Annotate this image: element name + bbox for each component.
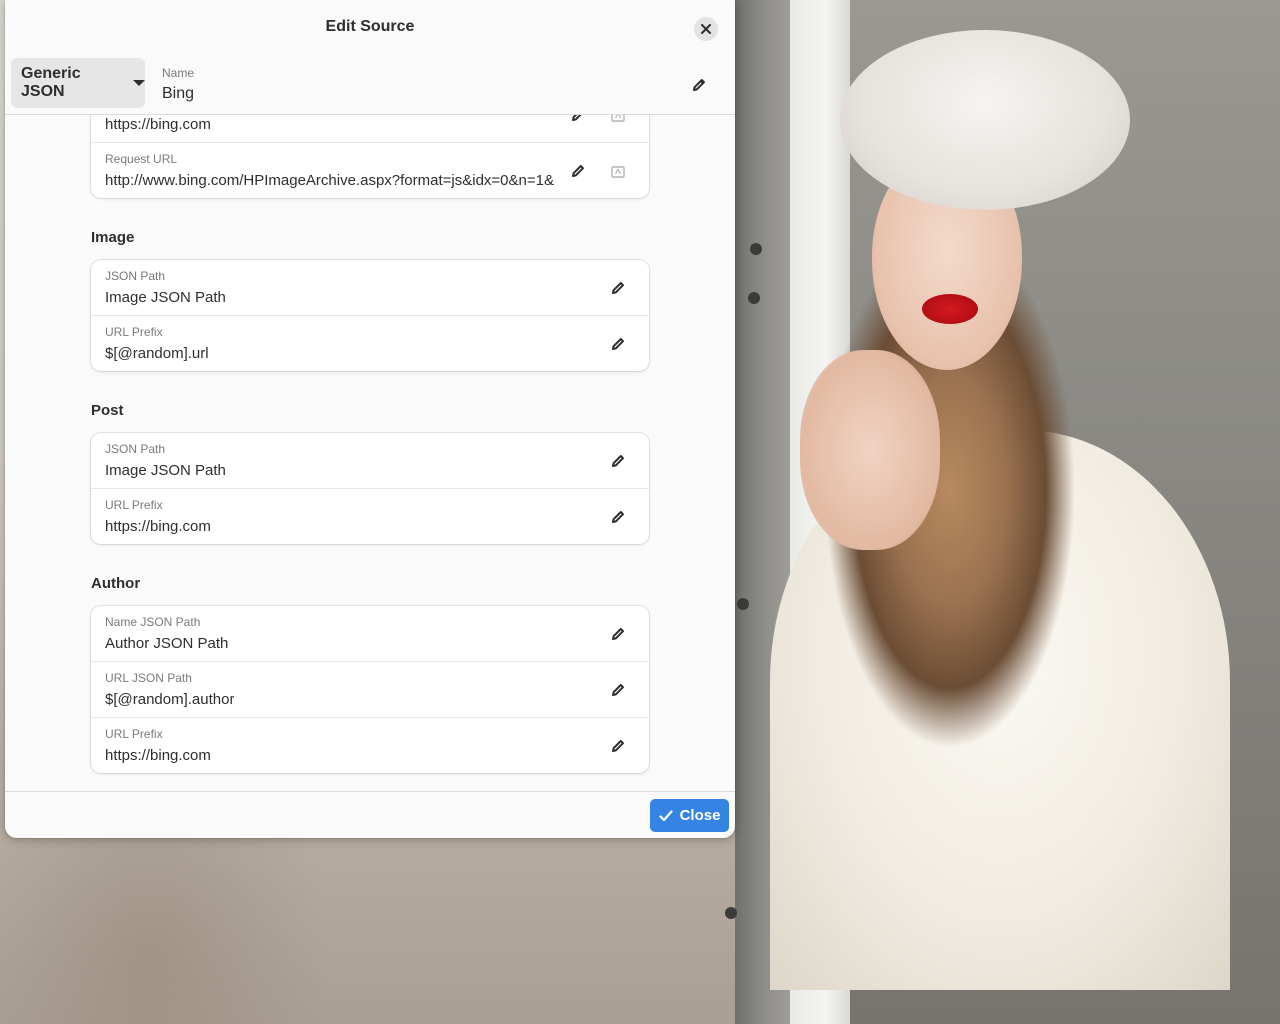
author-url-prefix-row[interactable]: URL Prefix https://bing.com — [91, 717, 649, 773]
image-json-path-row[interactable]: JSON Path Image JSON Path — [91, 260, 649, 315]
chevron-down-icon — [133, 80, 145, 86]
row-value: Image JSON Path — [105, 462, 226, 479]
pencil-icon — [612, 740, 624, 752]
row-value: Image JSON Path — [105, 289, 226, 306]
row-caption: URL Prefix — [105, 727, 163, 741]
row-value: http://www.bing.com/HPImageArchive.aspx?… — [105, 172, 555, 189]
close-icon — [701, 24, 711, 34]
image-url-prefix-row[interactable]: URL Prefix $[@random].url — [91, 315, 649, 371]
dialog-close-button[interactable] — [694, 17, 718, 41]
edit-image-url-prefix-button[interactable] — [606, 332, 630, 356]
pencil-icon — [693, 79, 705, 91]
paste-icon — [611, 166, 625, 178]
dialog-title: Edit Source — [325, 18, 415, 35]
author-url-json-path-row[interactable]: URL JSON Path $[@random].author — [91, 661, 649, 717]
row-caption: Name JSON Path — [105, 615, 201, 629]
pencil-icon — [572, 165, 584, 177]
pencil-icon — [612, 455, 624, 467]
dialog-titlebar: Edit Source — [5, 0, 735, 56]
close-button[interactable]: Close — [650, 799, 729, 832]
row-value: https://bing.com — [105, 116, 211, 133]
section-title-post: Post — [91, 402, 124, 419]
row-caption: JSON Path — [105, 269, 166, 283]
edit-url-button[interactable] — [566, 115, 590, 127]
wallpaper-rivet — [725, 907, 737, 919]
row-caption: URL Prefix — [105, 498, 163, 512]
post-card: JSON Path Image JSON Path URL Prefix htt… — [91, 433, 649, 544]
post-url-prefix-row[interactable]: URL Prefix https://bing.com — [91, 488, 649, 544]
checkmark-icon — [658, 809, 673, 821]
pencil-icon — [612, 684, 624, 696]
name-value: Bing — [162, 85, 195, 102]
pencil-icon — [572, 115, 582, 121]
pencil-icon — [612, 338, 624, 350]
source-header: Generic JSON Name Bing — [5, 56, 735, 115]
paste-icon — [611, 115, 625, 122]
api-card: https://bing.com Request URL http://www.… — [91, 115, 649, 198]
author-name-json-path-row[interactable]: Name JSON Path Author JSON Path — [91, 606, 649, 661]
source-type-label: Generic JSON — [21, 65, 81, 100]
row-value: Author JSON Path — [105, 635, 229, 652]
row-caption: Request URL — [105, 152, 178, 166]
row-value: https://bing.com — [105, 518, 211, 535]
wallpaper-rivet — [748, 292, 760, 304]
section-title-image: Image — [91, 229, 135, 246]
edit-author-url-json-path-button[interactable] — [606, 678, 630, 702]
paste-url-button[interactable] — [606, 115, 630, 127]
section-title-author: Author — [91, 575, 141, 592]
edit-name-button[interactable] — [687, 73, 711, 97]
dialog-footer: Close — [5, 791, 735, 838]
row-value: https://bing.com — [105, 747, 211, 764]
author-card: Name JSON Path Author JSON Path URL JSON… — [91, 606, 649, 773]
wallpaper-figure-lips — [922, 294, 978, 324]
row-caption: JSON Path — [105, 442, 166, 456]
image-card: JSON Path Image JSON Path URL Prefix $[@… — [91, 260, 649, 371]
row-caption: URL JSON Path — [105, 671, 192, 685]
wallpaper-figure-hands — [800, 350, 940, 550]
edit-image-json-path-button[interactable] — [606, 276, 630, 300]
pencil-icon — [612, 511, 624, 523]
paste-request-url-button[interactable] — [606, 159, 630, 183]
edit-author-url-prefix-button[interactable] — [606, 734, 630, 758]
dialog-scroll-content[interactable]: https://bing.com Request URL http://www.… — [5, 115, 735, 791]
edit-post-json-path-button[interactable] — [606, 449, 630, 473]
row-value: $[@random].url — [105, 345, 209, 362]
row-value: $[@random].author — [105, 691, 235, 708]
edit-author-name-json-path-button[interactable] — [606, 622, 630, 646]
source-type-dropdown[interactable]: Generic JSON — [11, 58, 145, 108]
name-caption: Name — [162, 66, 195, 80]
edit-post-url-prefix-button[interactable] — [606, 505, 630, 529]
pencil-icon — [612, 628, 624, 640]
row-caption: URL Prefix — [105, 325, 163, 339]
pencil-icon — [612, 282, 624, 294]
close-button-label: Close — [679, 807, 721, 824]
post-json-path-row[interactable]: JSON Path Image JSON Path — [91, 433, 649, 488]
wallpaper-rivet — [737, 598, 749, 610]
edit-source-dialog: Edit Source Generic JSON Name Bing https… — [5, 0, 735, 838]
source-name-field: Name Bing — [162, 66, 194, 103]
api-url-row[interactable]: https://bing.com — [91, 115, 649, 142]
request-url-row[interactable]: Request URL http://www.bing.com/HPImageA… — [91, 142, 649, 198]
edit-request-url-button[interactable] — [566, 159, 590, 183]
wallpaper-figure-beret — [840, 30, 1130, 210]
wallpaper-rivet — [750, 243, 762, 255]
